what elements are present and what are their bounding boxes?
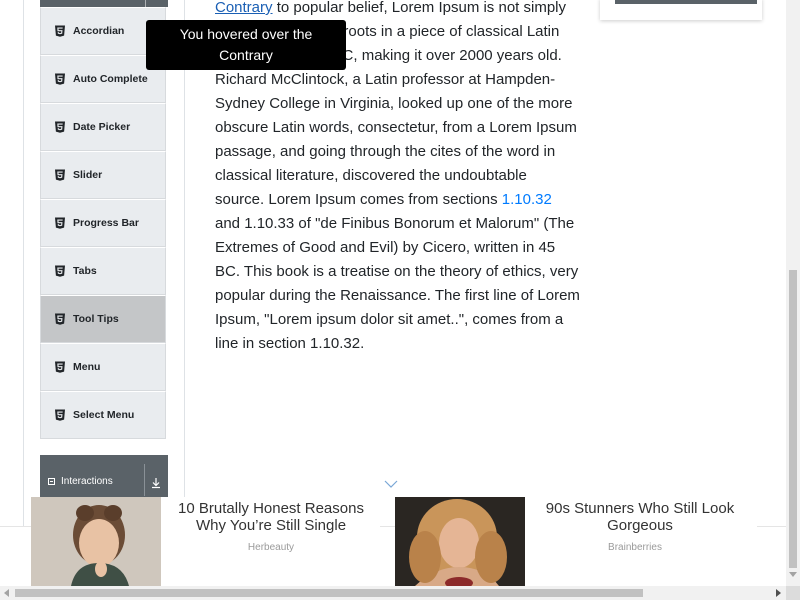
sidebar-item-label: Accordian bbox=[73, 25, 125, 37]
scroll-right-arrow-icon[interactable] bbox=[776, 589, 781, 597]
sidebar-item-label: Tabs bbox=[73, 265, 97, 277]
interactions-header-label: Interactions bbox=[48, 476, 113, 487]
sidebar-item-label: Date Picker bbox=[73, 121, 131, 133]
sidebar-item-label: Auto Complete bbox=[73, 73, 148, 85]
widgets-group-header[interactable] bbox=[40, 0, 168, 7]
section-link[interactable]: 1.10.32 bbox=[502, 191, 552, 208]
sidebar-item-tool-tips[interactable]: Tool Tips bbox=[40, 295, 166, 343]
interactions-label: Interactions bbox=[61, 476, 113, 487]
sidebar-item-progress-bar[interactable]: Progress Bar bbox=[40, 199, 166, 247]
html5-icon bbox=[54, 121, 66, 133]
sidebar-item-label: Progress Bar bbox=[73, 217, 139, 229]
contrary-link[interactable]: Contrary bbox=[215, 0, 273, 16]
right-ad-bar bbox=[615, 0, 757, 4]
collapse-icon bbox=[48, 478, 55, 485]
ad-card[interactable]: 90s Stunners Who Still Look Gorgeous Bra… bbox=[395, 497, 757, 586]
sidebar-item-slider[interactable]: Slider bbox=[40, 151, 166, 199]
download-icon[interactable] bbox=[150, 477, 162, 489]
scroll-down-arrow-icon[interactable] bbox=[789, 572, 797, 577]
tooltip-line-1: You hovered over the bbox=[179, 26, 313, 42]
ad-source: Herbeauty bbox=[247, 542, 295, 553]
sidebar-item-label: Menu bbox=[73, 361, 101, 373]
html5-icon bbox=[54, 217, 66, 229]
html5-icon bbox=[54, 169, 66, 181]
widgets-menu-list: Accordian Auto Complete Date Picker Slider P… bbox=[40, 7, 166, 439]
hover-tooltip: You hovered over the Contrary bbox=[146, 20, 346, 70]
html5-icon bbox=[54, 409, 66, 421]
ad-title[interactable]: 10 Brutally Honest Reasons Why You’re St… bbox=[171, 500, 371, 534]
ad-card[interactable]: 10 Brutally Honest Reasons Why You’re St… bbox=[31, 497, 380, 586]
header-separator bbox=[144, 464, 145, 496]
ad-image[interactable] bbox=[395, 497, 525, 586]
html5-icon bbox=[54, 361, 66, 373]
horizontal-scrollbar[interactable] bbox=[0, 586, 800, 600]
ad-source: Brainberries bbox=[608, 542, 662, 553]
paragraph-text-b: and 1.10.33 of "de Finibus Bonorum et Ma… bbox=[215, 215, 580, 352]
vertical-scroll-thumb[interactable] bbox=[789, 270, 797, 568]
sidebar-item-label: Slider bbox=[73, 169, 103, 181]
chevron-down-icon[interactable] bbox=[384, 479, 398, 489]
html5-icon bbox=[54, 313, 66, 325]
ad-image[interactable] bbox=[31, 497, 161, 586]
interactions-group-header[interactable]: Interactions bbox=[40, 455, 168, 500]
html5-icon bbox=[54, 25, 66, 37]
ad-title[interactable]: 90s Stunners Who Still Look Gorgeous bbox=[535, 500, 745, 534]
scroll-left-arrow-icon[interactable] bbox=[4, 589, 9, 597]
scrollbar-corner bbox=[786, 586, 800, 600]
sidebar-item-date-picker[interactable]: Date Picker bbox=[40, 103, 166, 151]
sidebar-item-menu[interactable]: Menu bbox=[40, 343, 166, 391]
tooltip-line-2: Contrary bbox=[219, 47, 273, 63]
horizontal-scroll-thumb[interactable] bbox=[15, 589, 643, 597]
html5-icon bbox=[54, 265, 66, 277]
sidebar-item-label: Tool Tips bbox=[73, 313, 119, 325]
header-separator bbox=[145, 0, 146, 7]
vertical-scrollbar[interactable] bbox=[786, 0, 800, 586]
html5-icon bbox=[54, 73, 66, 85]
sidebar-item-label: Select Menu bbox=[73, 409, 135, 421]
sidebar-item-tabs[interactable]: Tabs bbox=[40, 247, 166, 295]
right-ad-box bbox=[600, 0, 762, 20]
sidebar-item-select-menu[interactable]: Select Menu bbox=[40, 391, 166, 439]
